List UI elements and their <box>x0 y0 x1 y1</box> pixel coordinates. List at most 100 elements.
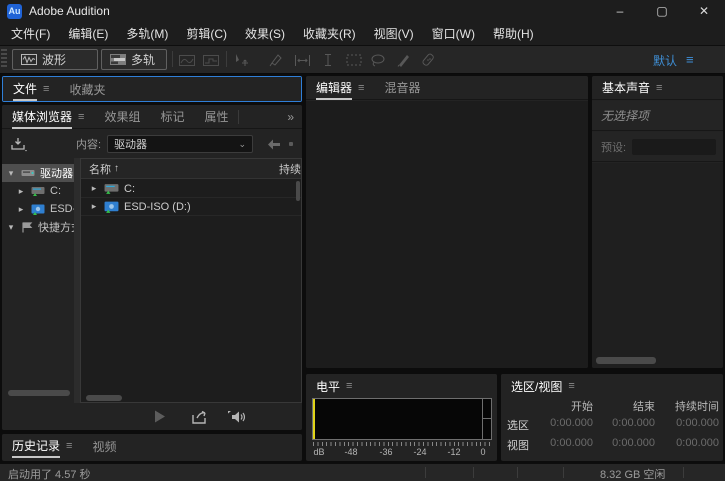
window-title: Adobe Audition <box>29 4 110 18</box>
panel-menu-icon[interactable]: ≡ <box>66 440 72 452</box>
multitrack-view-button[interactable]: 多轨 <box>101 49 167 70</box>
paintbrush-tool-icon[interactable] <box>394 51 414 69</box>
preset-field[interactable] <box>632 139 716 155</box>
panel-menu-icon[interactable]: ≡ <box>346 380 352 392</box>
menu-item-multitrack[interactable]: 多轨(M) <box>117 22 177 45</box>
tab-levels[interactable]: 电平 ≡ <box>306 374 362 398</box>
panel-menu-icon[interactable]: ≡ <box>358 82 364 94</box>
panel-menu-icon[interactable]: ≡ <box>43 83 49 95</box>
tab-markers[interactable]: 标记 <box>150 105 194 128</box>
close-button[interactable]: ✕ <box>683 0 725 22</box>
razor-tool-icon[interactable] <box>266 51 286 69</box>
import-file-icon[interactable] <box>10 137 28 152</box>
editor-content[interactable] <box>306 101 588 368</box>
chevron-expanded-icon[interactable]: ▾ <box>6 168 16 179</box>
tree-horizontal-scrollbar[interactable] <box>8 390 70 396</box>
toolbar-grip[interactable] <box>1 49 7 69</box>
chevron-collapsed-icon[interactable]: ▸ <box>89 201 99 212</box>
level-meter-minimum-bar <box>313 399 315 439</box>
tab-selection-view[interactable]: 选区/视图 ≡ <box>501 374 585 398</box>
tab-video[interactable]: 视频 <box>82 434 126 458</box>
disc-drive-icon <box>31 204 45 215</box>
level-meter[interactable] <box>312 398 492 440</box>
column-header-duration[interactable]: 持续时间 <box>279 161 302 177</box>
waveform-view-icon <box>21 54 37 65</box>
scale-label: -48 <box>344 447 357 457</box>
play-button-icon[interactable] <box>154 410 166 423</box>
list-vertical-scrollbar[interactable] <box>296 181 300 201</box>
menu-item-favorites[interactable]: 收藏夹(R) <box>294 22 365 45</box>
scale-label: -12 <box>447 447 460 457</box>
file-list-row-c[interactable]: ▸ C: <box>81 180 301 198</box>
speaker-icon[interactable] <box>227 410 245 424</box>
tree-item-shortcuts[interactable]: ▾ 快捷方式 <box>2 218 74 236</box>
forward-arrow-icon[interactable] <box>289 142 293 146</box>
view-end-value[interactable]: 0:00.000 <box>597 437 659 453</box>
marquee-selection-tool-icon[interactable] <box>344 51 364 69</box>
minimize-button[interactable]: – <box>599 0 641 22</box>
tab-properties[interactable]: 属性 <box>194 105 238 128</box>
menu-item-edit[interactable]: 编辑(E) <box>59 22 117 45</box>
titlebar: Au Adobe Audition – ▢ ✕ <box>0 0 725 22</box>
time-selection-tool-icon[interactable] <box>292 51 312 69</box>
tab-editor-label: 编辑器 <box>316 76 352 100</box>
menu-item-effects[interactable]: 效果(S) <box>236 22 294 45</box>
column-header-name[interactable]: 名称 <box>89 161 111 177</box>
view-duration-value[interactable]: 0:00.000 <box>659 437 723 453</box>
back-arrow-icon[interactable] <box>267 139 281 150</box>
tab-mixer[interactable]: 混音器 <box>374 76 430 99</box>
media-browser-content: ▾ 驱动器 ▸ C: ▸ <box>2 158 302 403</box>
chevron-collapsed-icon[interactable]: ▸ <box>16 186 26 197</box>
chevron-collapsed-icon[interactable]: ▸ <box>16 204 26 215</box>
menu-item-help[interactable]: 帮助(H) <box>484 22 543 45</box>
tab-history[interactable]: 历史记录 ≡ <box>2 434 82 458</box>
workspace-selector[interactable]: 默认 <box>653 52 677 69</box>
essential-sound-horizontal-scrollbar[interactable] <box>596 357 656 364</box>
audition-logo-icon: Au <box>7 4 22 19</box>
panel-menu-icon[interactable]: ≡ <box>656 82 662 94</box>
tab-markers-label: 标记 <box>160 108 184 125</box>
tree-item-label: C: <box>50 185 61 197</box>
tab-files[interactable]: 文件 ≡ <box>3 77 59 101</box>
tree-item-c-drive[interactable]: ▸ C: <box>2 182 74 200</box>
spectral-frequency-display-icon[interactable] <box>177 51 197 69</box>
chevron-collapsed-icon[interactable]: ▸ <box>89 183 99 194</box>
view-row: 视图 0:00.000 0:00.000 0:00.000 <box>503 437 723 453</box>
tab-media-browser[interactable]: 媒体浏览器 ≡ <box>2 105 94 128</box>
ibeam-tool-icon[interactable] <box>318 51 338 69</box>
menu-item-clip[interactable]: 剪辑(C) <box>177 22 236 45</box>
tree-item-drives[interactable]: ▾ 驱动器 <box>2 164 74 182</box>
move-tool-icon[interactable] <box>232 51 252 69</box>
files-panel: 文件 ≡ 收藏夹 <box>2 76 302 102</box>
more-tabs-button[interactable]: » <box>279 105 302 128</box>
menu-item-window[interactable]: 窗口(W) <box>423 22 484 45</box>
waveform-view-button[interactable]: 波形 <box>12 49 98 70</box>
selection-end-value[interactable]: 0:00.000 <box>597 417 659 433</box>
chevron-expanded-icon[interactable]: ▾ <box>6 222 16 233</box>
list-horizontal-scrollbar[interactable] <box>86 395 122 401</box>
spectral-pitch-display-icon[interactable] <box>201 51 221 69</box>
drag-import-icon[interactable] <box>192 410 209 424</box>
file-list-row-d[interactable]: ▸ ESD-ISO (D:) <box>81 198 301 216</box>
tab-effects-rack[interactable]: 效果组 <box>94 105 150 128</box>
panel-menu-icon[interactable]: ≡ <box>78 111 84 123</box>
tab-favorites[interactable]: 收藏夹 <box>59 77 115 101</box>
panel-menu-icon[interactable]: ≡ <box>568 380 574 392</box>
maximize-button[interactable]: ▢ <box>641 0 683 22</box>
view-start-value[interactable]: 0:00.000 <box>537 437 597 453</box>
lasso-selection-tool-icon[interactable] <box>368 51 388 69</box>
spot-healing-brush-tool-icon[interactable] <box>418 51 438 69</box>
file-list-header: 名称 ↑ 持续时间 <box>81 159 301 179</box>
tab-essential-sound[interactable]: 基本声音 ≡ <box>592 76 672 99</box>
scale-label: -36 <box>379 447 392 457</box>
menu-item-view[interactable]: 视图(V) <box>365 22 423 45</box>
tree-item-d-drive[interactable]: ▸ ESD-ISO (D:) <box>2 200 74 218</box>
selection-start-value[interactable]: 0:00.000 <box>537 417 597 433</box>
tab-editor[interactable]: 编辑器 ≡ <box>306 76 374 99</box>
scale-label: 0 <box>480 447 485 457</box>
scale-label: -24 <box>413 447 426 457</box>
content-dropdown[interactable]: 驱动器 ⌄ <box>107 135 253 153</box>
menu-item-file[interactable]: 文件(F) <box>2 22 59 45</box>
selection-duration-value[interactable]: 0:00.000 <box>659 417 723 433</box>
workspace-menu-icon[interactable]: ≡ <box>686 52 694 67</box>
